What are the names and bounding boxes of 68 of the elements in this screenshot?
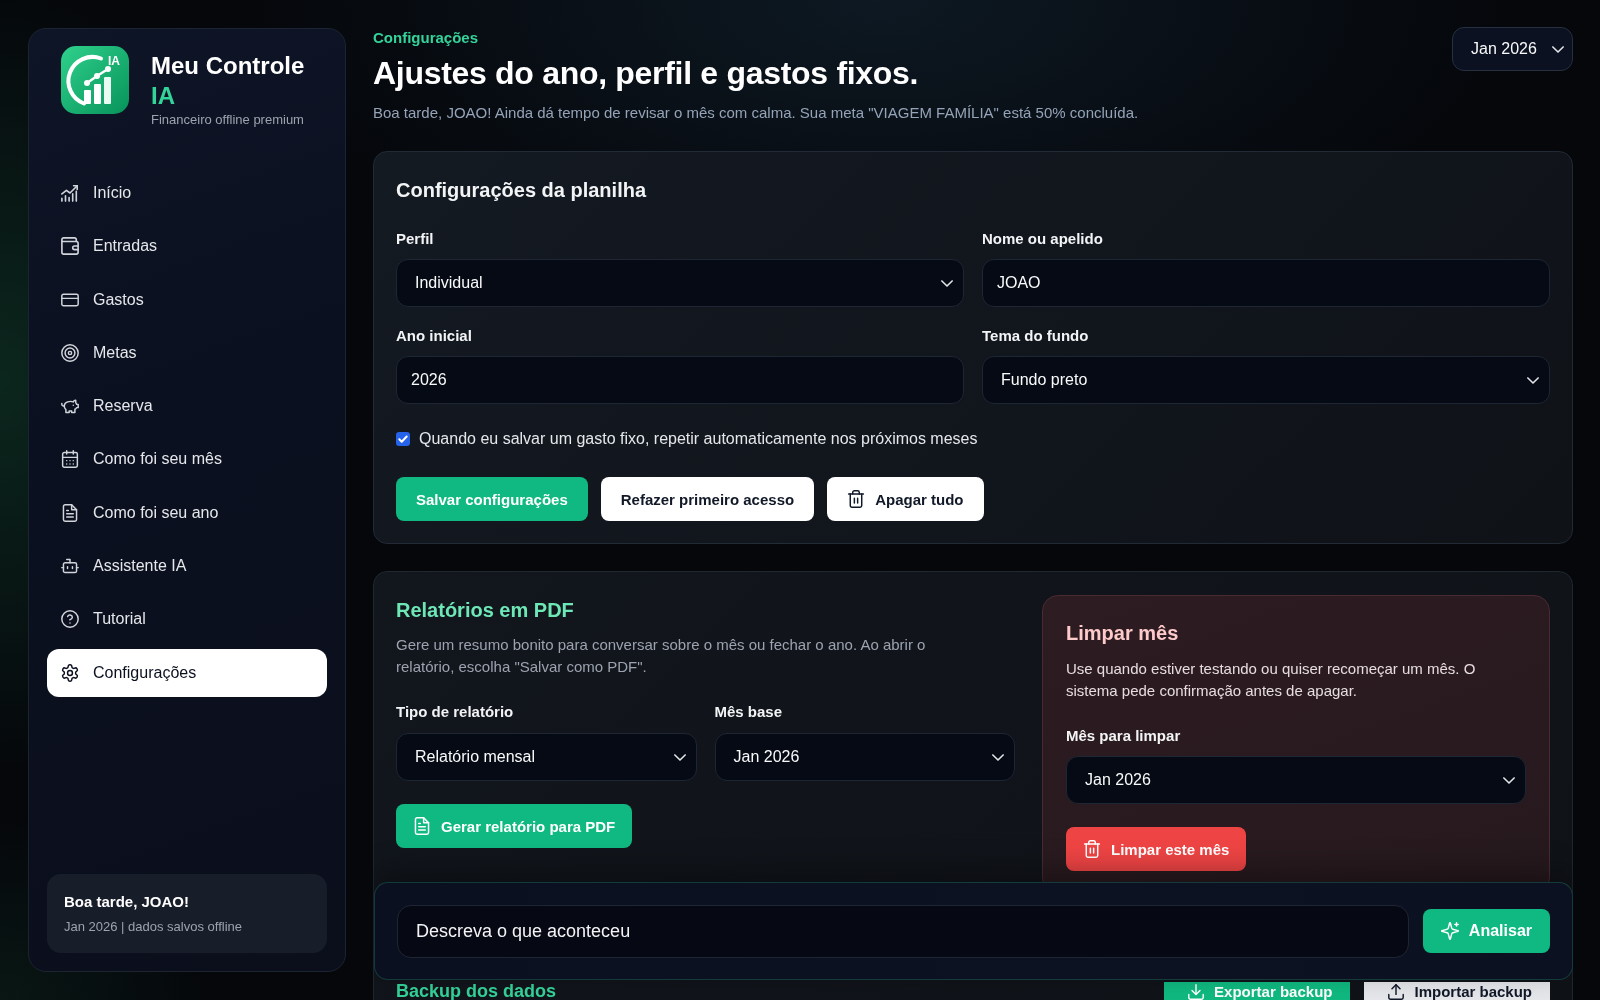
card-description: Use quando estiver testando ou quiser recomeçar um mês. O sistema pede confirmação antes de apagar. <box>1066 659 1477 701</box>
sparkle-icon <box>1440 922 1459 940</box>
card-title: Limpar mês <box>1066 621 1180 645</box>
trash-icon <box>847 490 866 508</box>
wallet-icon <box>61 237 79 256</box>
field-label: Tipo de relatório <box>396 702 515 722</box>
greeting-text: Boa tarde, JOAO! <box>64 892 191 912</box>
chevron-down-icon <box>1503 776 1515 784</box>
chevron-down-icon <box>1552 45 1564 53</box>
select-field[interactable]: Relatório mensal <box>396 733 697 781</box>
nav-item[interactable]: Configurações <box>47 648 327 697</box>
card-description: Gere um resumo bonito para conversar sobre o mês ou fechar o ano. Ao abrir o relatório, escolha "Salvar como PDF". <box>396 635 927 677</box>
trash-icon <box>1083 840 1101 858</box>
nav-item[interactable]: Início <box>47 169 327 217</box>
chart-icon <box>61 184 79 202</box>
select-field[interactable]: Jan 2026 <box>714 733 1015 781</box>
select-field[interactable]: Fundo preto <box>982 356 1550 404</box>
field-label: Nome ou apelido <box>982 229 1104 249</box>
app-name-accent: IA <box>151 81 175 111</box>
select-field[interactable]: Jan 2026 <box>1066 756 1526 804</box>
app-logo: IA <box>61 46 129 114</box>
app-tagline: Financeiro offline premium <box>151 111 305 129</box>
app-name: Meu Controle <box>151 51 305 81</box>
field-label: Tema do fundo <box>982 326 1090 346</box>
nav-item[interactable]: Reserva <box>47 382 327 431</box>
text-field[interactable]: JOAO <box>982 259 1550 307</box>
field-label: Ano inicial <box>396 326 473 346</box>
piggy-bank-icon <box>61 397 79 416</box>
robot-icon <box>61 557 79 576</box>
checkbox-label: Quando eu salvar um gasto fixo, repetir automaticamente nos próximos meses <box>419 429 978 449</box>
nav-item[interactable]: Assistente IA <box>47 542 327 591</box>
help-icon <box>61 610 79 629</box>
delete-all-button[interactable]: Apagar tudo <box>827 477 984 521</box>
nav-item[interactable]: Entradas <box>47 222 327 271</box>
nav-item[interactable]: Como foi seu ano <box>47 488 327 537</box>
nav-item[interactable]: Gastos <box>47 275 327 324</box>
section-label: Configurações <box>373 28 479 48</box>
description-field[interactable]: Descreva o que aconteceu <box>397 904 1409 958</box>
field-label: Perfil <box>396 229 435 249</box>
nav-item[interactable]: Tutorial <box>47 595 327 644</box>
month-select[interactable]: Jan 2026 <box>1452 27 1573 71</box>
field-label: Mês base <box>714 702 784 722</box>
download-icon <box>1188 983 1205 1000</box>
import-backup-button[interactable]: Importar backup <box>1364 982 1550 1000</box>
upload-icon <box>1388 983 1405 1000</box>
text-field[interactable]: 2026 <box>396 356 964 404</box>
field-label: Mês para limpar <box>1066 726 1182 746</box>
chevron-down-icon <box>1527 376 1539 384</box>
clear-month-button[interactable]: Limpar este mês <box>1066 827 1247 871</box>
nav-item[interactable]: Como foi seu mês <box>47 435 327 484</box>
status-text: Jan 2026 | dados salvos offline <box>64 918 244 936</box>
nav-item[interactable]: Metas <box>47 328 327 377</box>
calendar-icon <box>61 450 79 469</box>
page-subtitle: Boa tarde, JOAO! Ainda dá tempo de revisar o mês com calma. Sua meta "VIAGEM FAMÍLIA" está 50% concluída. <box>373 103 1139 123</box>
chevron-down-icon <box>992 753 1004 761</box>
card-title: Relatórios em PDF <box>396 598 575 622</box>
select-field[interactable]: Individual <box>396 259 964 307</box>
checkbox[interactable] <box>396 432 410 446</box>
document-icon <box>61 503 79 522</box>
redo-onboarding-button[interactable]: Refazer primeiro acesso <box>600 477 815 521</box>
chevron-down-icon <box>673 753 686 761</box>
settings-icon <box>61 663 79 682</box>
card-title: Configurações da planilha <box>396 178 648 202</box>
page-title: Ajustes do ano, perfil e gastos fixos. <box>373 54 920 93</box>
card-title: Backup dos dados <box>396 982 557 1000</box>
chevron-down-icon <box>941 279 953 287</box>
target-icon <box>61 343 79 362</box>
document-icon <box>413 817 431 835</box>
